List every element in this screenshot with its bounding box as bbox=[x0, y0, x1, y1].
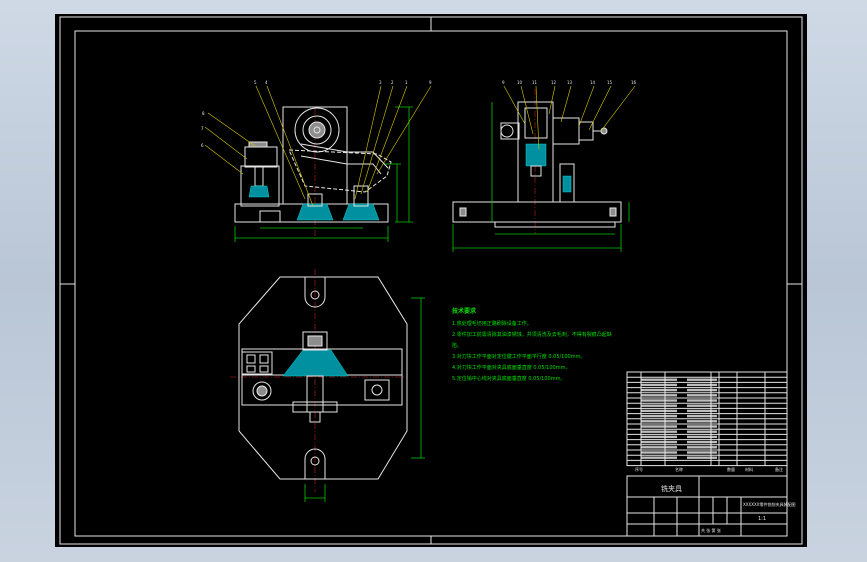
balloon-side-6: 14 bbox=[590, 80, 596, 85]
balloon-side-8: 16 bbox=[631, 80, 637, 85]
drawing-sheet: 铣夹具 XXXXXX零件铣削夹具装配图 1:1 共 张 第 张 序号 名称 数量… bbox=[55, 14, 807, 547]
balloon-side-4: 12 bbox=[551, 80, 557, 85]
balloon-front-7: 2 bbox=[391, 80, 394, 85]
parts-list-cell bbox=[641, 414, 677, 418]
parts-list-cell bbox=[641, 383, 677, 387]
balloon-front-3: 6 bbox=[201, 143, 204, 148]
tech-line-4: 3.对刀块工作平面对定位键工作平面平行度 0.05/100mm。 bbox=[452, 353, 585, 360]
parts-list-cell bbox=[641, 446, 677, 449]
parts-list-cell bbox=[641, 394, 677, 397]
header-col-3: 数量 bbox=[727, 466, 735, 472]
parts-list-cell bbox=[641, 440, 677, 444]
parts-list-cell bbox=[687, 378, 717, 381]
header-col-4: 材料 bbox=[745, 466, 753, 472]
tech-line-1: 1.热处理毛坯用正路刷除设备工作。 bbox=[452, 320, 532, 327]
balloon-side-7: 15 bbox=[607, 80, 613, 85]
parts-list-cell bbox=[687, 435, 717, 439]
balloon-side-5: 13 bbox=[567, 80, 573, 85]
balloon-side-2: 10 bbox=[517, 80, 523, 85]
side-view bbox=[452, 85, 636, 252]
tech-title: 技术要求 bbox=[452, 307, 477, 315]
parts-list-cell bbox=[687, 430, 717, 433]
balloon-front-9: 9 bbox=[429, 80, 432, 85]
parts-list-cell bbox=[687, 404, 717, 407]
parts-list-cell bbox=[641, 430, 677, 433]
parts-list-cell bbox=[641, 378, 677, 381]
balloon-front-2: 7 bbox=[201, 126, 204, 131]
parts-list-cell bbox=[687, 446, 717, 449]
front-view bbox=[204, 85, 432, 242]
parts-list-cell bbox=[687, 394, 717, 397]
parts-list-cell bbox=[641, 409, 677, 413]
balloon-front-1: 8 bbox=[202, 111, 205, 116]
parts-list-cell bbox=[687, 425, 717, 428]
parts-list-cell bbox=[687, 414, 717, 418]
cad-drawing: 铣夹具 XXXXXX零件铣削夹具装配图 1:1 共 张 第 张 序号 名称 数量… bbox=[59, 16, 803, 545]
parts-list-cell bbox=[641, 404, 677, 407]
outer-border bbox=[59, 16, 803, 545]
parts-list-cell bbox=[687, 440, 717, 444]
parts-list-cell bbox=[641, 456, 677, 459]
header-col-1: 序号 bbox=[635, 466, 643, 472]
parts-list-cell bbox=[687, 383, 717, 387]
parts-list-cell bbox=[641, 388, 677, 392]
header-col-2: 名称 bbox=[675, 466, 683, 472]
parts-list-cell bbox=[641, 451, 677, 454]
parts-list-cell bbox=[687, 409, 717, 413]
balloon-front-4: 5 bbox=[254, 80, 257, 85]
parts-list-cell bbox=[641, 420, 677, 423]
scale-text: 1:1 bbox=[758, 516, 766, 522]
balloon-side-1: 9 bbox=[502, 80, 505, 85]
top-view bbox=[230, 269, 425, 502]
tech-line-2: 2.零件加工前需清除其油漆锈蚀，并须清洗及去毛刺，不得有裂痕凸起缺 bbox=[452, 331, 612, 338]
header-col-5: 备注 bbox=[775, 466, 783, 472]
drawing-name-text: 铣夹具 bbox=[661, 484, 682, 493]
parts-list bbox=[626, 371, 788, 467]
parts-list-cell bbox=[687, 456, 717, 459]
balloon-front-6: 3 bbox=[379, 80, 382, 85]
parts-list-cell bbox=[687, 399, 717, 402]
balloon-front-5: 4 bbox=[265, 80, 268, 85]
parts-list-cell bbox=[687, 420, 717, 423]
parts-list-cell bbox=[641, 425, 677, 428]
parts-list-cell bbox=[687, 388, 717, 392]
title-right-text: XXXXXX零件铣削夹具装配图 bbox=[743, 501, 795, 507]
parts-list-cell bbox=[641, 435, 677, 439]
sheet-info-text: 共 张 第 张 bbox=[701, 527, 721, 533]
balloon-side-3: 11 bbox=[532, 80, 538, 85]
tech-line-5: 4.对刀块工作平面对夹具底面垂直度 0.05/100mm。 bbox=[452, 364, 570, 371]
tech-line-6: 5.定位销中心线对夹具底面垂直度 0.05/100mm。 bbox=[452, 375, 565, 382]
tech-line-3: 陷。 bbox=[452, 342, 462, 349]
balloon-front-8: 1 bbox=[405, 80, 408, 85]
parts-list-cell bbox=[687, 451, 717, 454]
parts-list-cell bbox=[641, 399, 677, 402]
